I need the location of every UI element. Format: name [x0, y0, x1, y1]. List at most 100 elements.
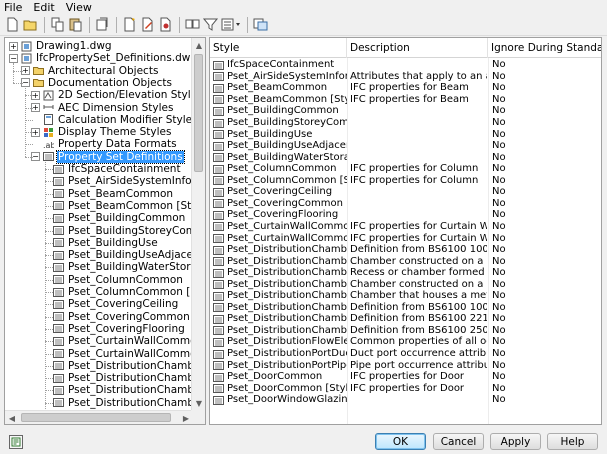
tree-item[interactable]: Pset_BuildingCommon — [53, 212, 186, 224]
style-tree-panel[interactable]: + Drawing1.dwg − IfcPropertySet_Definitions… — [4, 37, 206, 425]
style-name: Pset_DoorWindowGlazingType — [227, 394, 347, 406]
list-row[interactable]: Pset_BuildingStoreyCommon No — [210, 117, 601, 129]
tree-item[interactable]: − Property Set Definitions — [31, 149, 185, 164]
property-set-icon — [53, 250, 64, 261]
tree-item[interactable]: − IfcPropertySet_Definitions.dwg — [9, 52, 193, 64]
list-row[interactable]: Pset_BeamCommon IFC properties for Beam No — [210, 82, 601, 94]
list-row[interactable]: Pset_DistributionChamberElemen...Chamber… — [210, 255, 601, 267]
tree-item[interactable]: Pset_BuildingUseAdjacent — [53, 249, 193, 261]
list-row[interactable]: Pset_BeamCommon [Style]IFC properties fo… — [210, 94, 601, 106]
tree-item[interactable]: Pset_BeamCommon — [53, 188, 174, 200]
tree-item[interactable]: + Architectural Objects — [21, 65, 159, 77]
set-from-button[interactable] — [157, 16, 174, 33]
tree-item[interactable]: Pset_BuildingUse — [53, 237, 159, 249]
list-row[interactable]: Pset_DistributionChamberElemen...Definit… — [210, 244, 601, 256]
list-row[interactable]: Pset_DistributionChamberElemen...Chamber… — [210, 278, 601, 290]
list-row[interactable]: Pset_DoorCommon [Style] IFC properties fo… — [210, 382, 601, 394]
tree-item[interactable]: Pset_BeamCommon [Style] — [53, 200, 193, 212]
list-row[interactable]: Pset_DistributionPortDuct Duct port occur… — [210, 348, 601, 360]
tree-item[interactable]: .ab Property Data Formats — [31, 138, 178, 150]
tree-item[interactable]: + AEC Dimension Styles — [31, 102, 174, 114]
scroll-left-arrow-icon[interactable]: ◀ — [5, 411, 19, 424]
new-drawing-button[interactable] — [4, 16, 21, 33]
list-row[interactable]: Pset_ColumnCommon [Style]IFC properties … — [210, 175, 601, 187]
tree-item[interactable]: Pset_BuildingStoreyCommon — [53, 225, 193, 237]
menu-edit[interactable]: Edit — [33, 1, 54, 14]
purge-button[interactable] — [94, 16, 111, 33]
list-row[interactable]: Pset_DoorWindowGlazingType No — [210, 394, 601, 406]
open-drawing-button[interactable] — [22, 16, 39, 33]
list-row[interactable]: Pset_CoveringCommon No — [210, 198, 601, 210]
tree-vertical-scrollbar[interactable]: ▲ ▼ — [191, 38, 205, 410]
tree-item[interactable]: Pset_DistributionChamberElem — [53, 360, 193, 372]
list-row[interactable]: Pset_ColumnCommon IFC properties for Colu… — [210, 163, 601, 175]
scroll-up-arrow-icon[interactable]: ▲ — [192, 38, 205, 52]
list-row[interactable]: Pset_DistributionFlowElementCo...Common … — [210, 336, 601, 348]
manage-button[interactable] — [252, 16, 269, 33]
style-cell: Pset_BeamCommon — [210, 82, 347, 94]
column-header-style[interactable]: Style — [210, 38, 347, 58]
edit-style-button[interactable] — [139, 16, 156, 33]
expand-icon[interactable]: + — [9, 41, 18, 51]
menu-view[interactable]: View — [66, 1, 92, 14]
cancel-button[interactable]: Cancel — [433, 433, 484, 450]
column-header-ignore-sync[interactable]: Ignore During Standards Sync — [488, 38, 601, 58]
help-button[interactable]: Help — [547, 433, 598, 450]
list-row[interactable]: Pset_AirSideSystemInformationAttributes … — [210, 71, 601, 83]
ignore-sync-cell: No — [492, 336, 506, 348]
tree-item[interactable]: + Drawing1.dwg — [9, 40, 113, 52]
list-row[interactable]: Pset_BuildingWaterStorage No — [210, 151, 601, 163]
tree-item[interactable]: + Display Theme Styles — [31, 126, 172, 138]
tree-item[interactable]: Pset_DistributionChamberElem — [53, 372, 193, 384]
view-options-button[interactable] — [220, 16, 242, 33]
apply-button[interactable]: Apply — [490, 433, 541, 450]
filter-button[interactable] — [202, 16, 219, 33]
tree-connector — [45, 316, 53, 318]
tree-item[interactable]: +2D Section/Elevation Styles — [31, 89, 193, 101]
tree-item[interactable]: Pset_BuildingWaterStorage — [53, 261, 193, 273]
tree-scroll-thumb[interactable] — [194, 54, 203, 172]
list-row[interactable]: Pset_DistributionChamberElemen...Definit… — [210, 302, 601, 314]
tree-item[interactable]: Pset_ColumnCommon [Style] — [53, 286, 193, 298]
tree-item[interactable]: Pset_CurtainWallCommon — [53, 335, 193, 347]
list-row[interactable]: Pset_CurtainWallCommon IFC properties for… — [210, 221, 601, 233]
sync-button[interactable] — [184, 16, 201, 33]
new-style-button[interactable] — [121, 16, 138, 33]
tree-item[interactable]: Pset_CoveringCeiling — [53, 298, 179, 310]
tree-item[interactable]: Pset_ColumnCommon — [53, 274, 184, 286]
column-header-description[interactable]: Description — [347, 38, 488, 58]
tree-item[interactable]: Calculation Modifier Styles — [31, 114, 193, 126]
tree-item[interactable]: − Documentation Objects — [21, 77, 173, 89]
style-list-panel[interactable]: Style Description Ignore During Standard… — [209, 37, 602, 425]
scroll-down-arrow-icon[interactable]: ▼ — [192, 396, 205, 410]
property-set-icon — [53, 360, 64, 371]
list-row[interactable]: Pset_CurtainWallCommon [Style]IFC proper… — [210, 232, 601, 244]
menu-file[interactable]: File — [4, 1, 22, 14]
list-row[interactable]: Pset_BuildingCommon No — [210, 105, 601, 117]
tree-item[interactable]: Pset_DistributionChamberElem — [53, 397, 193, 409]
list-row[interactable]: Pset_DistributionPortPipe Pipe port occur… — [210, 359, 601, 371]
list-row[interactable]: Pset_DistributionChamberElemen...Recess … — [210, 267, 601, 279]
list-row[interactable]: Pset_CoveringCeiling No — [210, 186, 601, 198]
list-row[interactable]: Pset_DistributionChamberElemen...Chamber… — [210, 290, 601, 302]
tree-item[interactable]: Pset_DistributionChamberElem — [53, 384, 193, 396]
tree-hscroll-thumb[interactable] — [21, 413, 171, 422]
list-row[interactable]: Pset_BuildingUse No — [210, 128, 601, 140]
list-row[interactable]: Pset_BuildingUseAdjacent No — [210, 140, 601, 152]
copy-button[interactable] — [49, 16, 66, 33]
tree-item[interactable]: Pset_AirSideSystemInformation — [53, 175, 193, 187]
paste-button[interactable] — [67, 16, 84, 33]
collapse-icon[interactable]: − — [9, 53, 18, 63]
list-row[interactable]: Pset_DistributionChamberElemen...Definit… — [210, 313, 601, 325]
tree-item[interactable]: IfcSpaceContainment — [53, 163, 182, 175]
ok-button[interactable]: OK — [375, 433, 426, 450]
list-row[interactable]: Pset_DoorCommon IFC properties for Door No — [210, 371, 601, 383]
tree-item[interactable]: Pset_CurtainWallCommon [Sty — [53, 348, 193, 360]
tree-item[interactable]: Pset_CoveringFlooring — [53, 323, 186, 335]
list-row[interactable]: Pset_CoveringFlooring No — [210, 209, 601, 221]
style-manager-help-icon[interactable] — [9, 435, 23, 449]
list-row[interactable]: IfcSpaceContainment No — [210, 59, 601, 71]
tree-horizontal-scrollbar[interactable]: ◀ ▶ — [5, 410, 193, 424]
tree-item[interactable]: Pset_CoveringCommon — [53, 311, 191, 323]
list-row[interactable]: Pset_DistributionChamberElemen...Definit… — [210, 325, 601, 337]
